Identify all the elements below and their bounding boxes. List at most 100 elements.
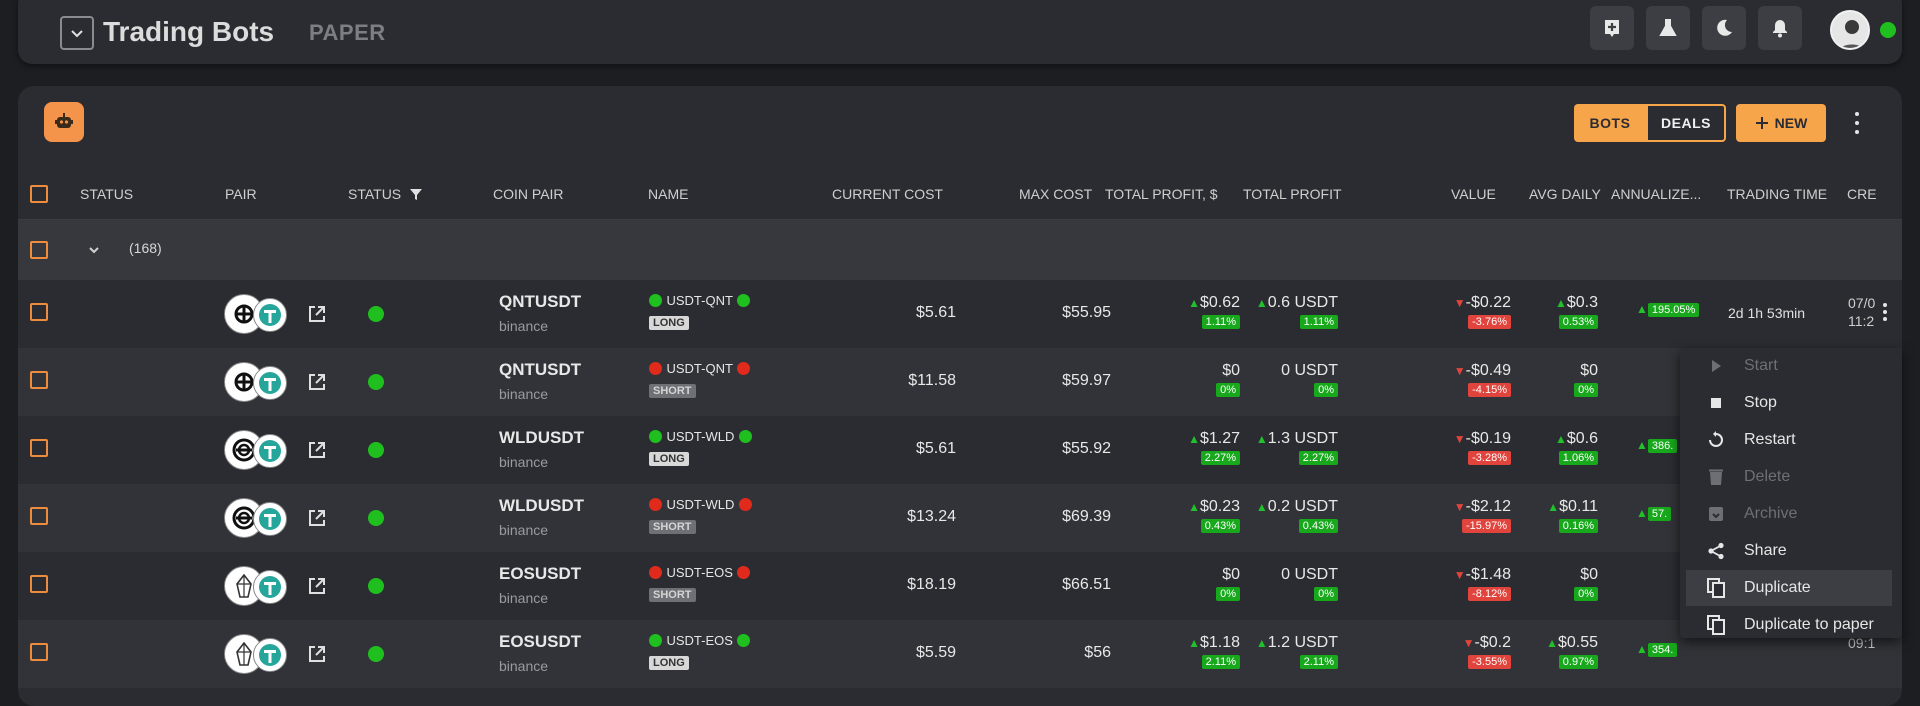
play-icon	[1706, 356, 1726, 376]
column-total-profit[interactable]: TOTAL PROFIT	[1243, 168, 1342, 220]
table-row[interactable]: WLDUSDT binance USDT-WLD LONG $5.61 $55.…	[18, 416, 1902, 484]
avg-daily-pct: 1.06%	[1558, 451, 1598, 465]
bot-status-indicator	[368, 306, 384, 322]
open-external-icon[interactable]	[307, 508, 327, 528]
row-checkbox[interactable]	[30, 439, 48, 457]
column-status-filter[interactable]: STATUS	[348, 168, 423, 220]
select-all-checkbox[interactable]	[30, 185, 48, 203]
total-profit-pct: 2.11%	[1299, 655, 1338, 669]
user-avatar[interactable]	[1830, 10, 1870, 50]
page-title: Trading Bots	[103, 16, 275, 47]
column-created[interactable]: CRE	[1847, 168, 1877, 220]
moon-icon	[1717, 19, 1732, 36]
table-row[interactable]: QNTUSDT binance USDT-QNT SHORT $11.58 $5…	[18, 348, 1902, 416]
collapse-sidebar-button[interactable]	[60, 16, 94, 50]
bot-name[interactable]: USDT-EOS SHORT	[649, 564, 751, 603]
column-annualized[interactable]: ANNUALIZE...	[1611, 168, 1701, 220]
row-checkbox[interactable]	[30, 303, 48, 321]
column-total-profit-usd[interactable]: TOTAL PROFIT, $	[1105, 168, 1218, 220]
bot-state-dot	[649, 294, 662, 307]
menu-item-delete[interactable]: Delete	[1680, 459, 1902, 495]
bot-name[interactable]: USDT-QNT LONG	[649, 292, 751, 331]
bots-tab[interactable]: BOTS	[1574, 104, 1646, 142]
total-profit: 0 USDT 0%	[1240, 566, 1338, 602]
more-options-button[interactable]	[1852, 110, 1862, 136]
table-row[interactable]: QNTUSDT binance USDT-QNT LONG $5.61 $55.…	[18, 280, 1902, 348]
bot-status-indicator	[368, 374, 384, 390]
row-actions-button[interactable]	[1880, 302, 1890, 322]
robot-icon	[55, 113, 73, 128]
current-cost: $11.58	[908, 372, 956, 389]
exchange-name: binance	[499, 454, 549, 470]
total-profit-usd-value: $0	[1158, 566, 1240, 584]
total-profit-usd: ▲$1.27 2.27%	[1158, 430, 1240, 466]
bot-name-text: USDT-EOS	[666, 633, 733, 648]
down-arrow-icon: ▼	[1453, 364, 1466, 378]
theme-toggle-button[interactable]	[1702, 6, 1746, 50]
deal-state-dot	[737, 294, 751, 307]
open-external-icon[interactable]	[307, 440, 327, 460]
lab-button[interactable]	[1646, 6, 1690, 50]
avg-daily-text: $0	[1580, 362, 1598, 379]
total-profit-usd: $0 0%	[1158, 566, 1240, 602]
avg-daily: $0 0%	[1518, 362, 1598, 398]
menu-item-duplicate[interactable]: Duplicate	[1686, 570, 1892, 606]
column-coin-pair[interactable]: COIN PAIR	[493, 168, 564, 220]
total-profit-usd-text: $0	[1222, 566, 1240, 583]
table-row[interactable]: WLDUSDT binance USDT-WLD SHORT $13.24 $6…	[18, 484, 1902, 552]
deals-tab[interactable]: DEALS	[1646, 104, 1726, 142]
column-pair[interactable]: PAIR	[225, 168, 257, 220]
table-row[interactable]: EOSUSDT binance USDT-EOS LONG $5.59 $56 …	[18, 620, 1902, 688]
deal-state-dot	[737, 566, 751, 579]
group-checkbox[interactable]	[30, 241, 48, 259]
row-checkbox[interactable]	[30, 371, 48, 389]
down-arrow-icon: ▼	[1453, 296, 1466, 310]
total-profit-usd-value: $0	[1158, 362, 1240, 380]
column-max-cost[interactable]: MAX COST	[1019, 168, 1092, 220]
current-cost: $13.24	[907, 508, 956, 525]
menu-item-duplicate-to-paper[interactable]: Duplicate to paper	[1680, 607, 1902, 643]
chevron-down-icon[interactable]	[88, 244, 100, 256]
mode-badge: PAPER	[309, 20, 386, 45]
table-row[interactable]: EOSUSDT binance USDT-EOS SHORT $18.19 $6…	[18, 552, 1902, 620]
bot-name-text: USDT-QNT	[666, 293, 733, 308]
coin-pair: EOSUSDT binance	[499, 564, 581, 606]
open-external-icon[interactable]	[307, 372, 327, 392]
max-cost: $56	[1084, 644, 1111, 661]
value-pct: -4.15%	[1468, 383, 1511, 397]
bot-name[interactable]: USDT-QNT SHORT	[649, 360, 751, 399]
menu-item-start[interactable]: Start	[1680, 348, 1902, 384]
open-external-icon[interactable]	[307, 644, 327, 664]
menu-item-share[interactable]: Share	[1680, 533, 1902, 569]
bot-name[interactable]: USDT-EOS LONG	[649, 632, 751, 671]
menu-item-stop[interactable]: Stop	[1680, 385, 1902, 421]
bot-name[interactable]: USDT-WLD SHORT	[649, 496, 752, 535]
add-shortcut-button[interactable]	[1590, 6, 1634, 50]
avg-daily-pct: 0%	[1574, 383, 1598, 397]
max-cost: $59.97	[1062, 372, 1111, 389]
menu-item-duplicate-to-paper-label: Duplicate to paper	[1744, 616, 1874, 633]
column-name[interactable]: NAME	[648, 168, 688, 220]
usdt-logo-icon	[253, 298, 287, 332]
up-arrow-icon: ▲	[1636, 302, 1648, 316]
notifications-button[interactable]	[1758, 6, 1802, 50]
value-text: -$0.2	[1474, 634, 1511, 651]
row-checkbox[interactable]	[30, 507, 48, 525]
bot-name[interactable]: USDT-WLD LONG	[649, 428, 752, 467]
column-avg-daily[interactable]: AVG DAILY	[1529, 168, 1601, 220]
open-external-icon[interactable]	[307, 576, 327, 596]
column-current-cost[interactable]: CURRENT COST	[832, 168, 943, 220]
new-bot-button[interactable]: NEW	[1736, 104, 1826, 142]
menu-item-restart[interactable]: Restart	[1680, 422, 1902, 458]
menu-item-archive[interactable]: Archive	[1680, 496, 1902, 532]
total-profit: 0 USDT 0%	[1240, 362, 1338, 398]
column-trading-time[interactable]: TRADING TIME	[1727, 168, 1827, 220]
exchange-name: binance	[499, 318, 549, 334]
side-tag: SHORT	[649, 588, 696, 602]
avg-daily-text: $0.11	[1559, 498, 1598, 515]
column-value[interactable]: VALUE	[1451, 168, 1496, 220]
row-checkbox[interactable]	[30, 575, 48, 593]
row-checkbox[interactable]	[30, 643, 48, 661]
column-status[interactable]: STATUS	[80, 168, 133, 220]
open-external-icon[interactable]	[307, 304, 327, 324]
